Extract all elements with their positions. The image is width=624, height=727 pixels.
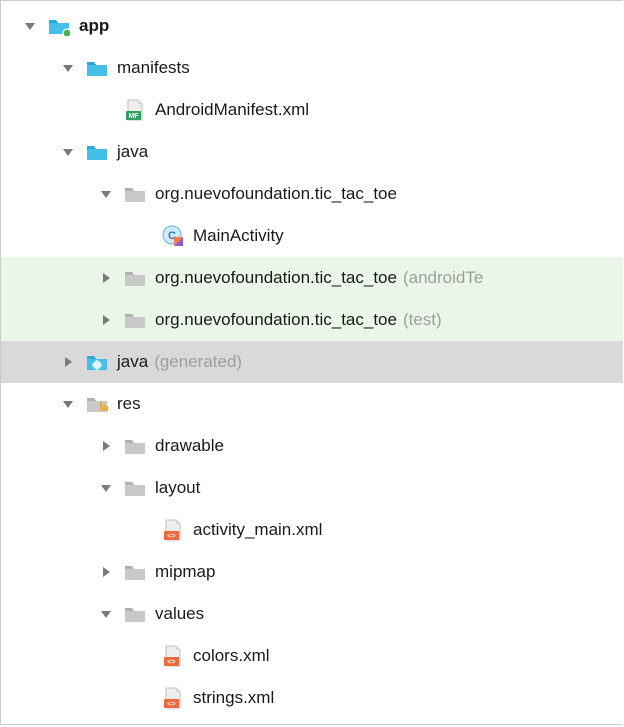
tree-item-suffix: (generated): [154, 352, 242, 372]
svg-text:<>: <>: [167, 659, 175, 666]
tree-row-java[interactable]: java: [1, 131, 623, 173]
tree-item-suffix: (androidTe: [403, 268, 483, 288]
svg-text:<>: <>: [167, 701, 175, 708]
folder-res-icon: [85, 392, 109, 416]
tree-item-label: java: [117, 352, 148, 372]
tree-row-colors-xml[interactable]: <> colors.xml: [1, 635, 623, 677]
chevron-right-icon[interactable]: [95, 435, 117, 457]
tree-row-strings-xml[interactable]: <> strings.xml: [1, 677, 623, 719]
chevron-down-icon[interactable]: [57, 393, 79, 415]
tree-row-drawable[interactable]: drawable: [1, 425, 623, 467]
folder-gen-icon: [85, 350, 109, 374]
tree-row-java-gen[interactable]: java (generated): [1, 341, 623, 383]
tree-item-label: drawable: [155, 436, 224, 456]
tree-item-label: AndroidManifest.xml: [155, 100, 309, 120]
svg-text:MF: MF: [128, 113, 139, 120]
folder-grey-icon: [123, 308, 147, 332]
tree-item-label: res: [117, 394, 141, 414]
folder-grey-icon: [123, 602, 147, 626]
folder-grey-icon: [123, 476, 147, 500]
xml-layout-icon: <>: [161, 518, 185, 542]
tree-row-res[interactable]: res: [1, 383, 623, 425]
module-icon: [47, 14, 71, 38]
tree-item-label: values: [155, 604, 204, 624]
tree-row-app[interactable]: app: [1, 5, 623, 47]
svg-text:<>: <>: [167, 533, 175, 540]
chevron-right-icon[interactable]: [57, 351, 79, 373]
tree-row-mipmap[interactable]: mipmap: [1, 551, 623, 593]
tree-item-label: java: [117, 142, 148, 162]
tree-item-label: org.nuevofoundation.tic_tac_toe: [155, 310, 397, 330]
tree-item-label: org.nuevofoundation.tic_tac_toe: [155, 184, 397, 204]
chevron-right-icon[interactable]: [95, 267, 117, 289]
project-tree[interactable]: app manifests MF AndroidManifest.xml java org…: [0, 0, 623, 725]
tree-item-label: org.nuevofoundation.tic_tac_toe: [155, 268, 397, 288]
tree-row-pkg-atest[interactable]: org.nuevofoundation.tic_tac_toe (androidT…: [1, 257, 623, 299]
tree-item-suffix: (test): [403, 310, 442, 330]
tree-row-values[interactable]: values: [1, 593, 623, 635]
tree-row-layout[interactable]: layout: [1, 467, 623, 509]
folder-grey-icon: [123, 560, 147, 584]
folder-blue-icon: [85, 140, 109, 164]
tree-item-label: manifests: [117, 58, 190, 78]
xml-layout-icon: <>: [161, 686, 185, 710]
chevron-down-icon[interactable]: [19, 15, 41, 37]
class-kt-icon: C: [161, 224, 185, 248]
tree-item-label: activity_main.xml: [193, 520, 322, 540]
folder-blue-icon: [85, 56, 109, 80]
tree-item-label: strings.xml: [193, 688, 274, 708]
tree-row-pkg-main[interactable]: org.nuevofoundation.tic_tac_toe: [1, 173, 623, 215]
tree-row-pkg-test[interactable]: org.nuevofoundation.tic_tac_toe (test): [1, 299, 623, 341]
tree-item-label: app: [79, 16, 109, 36]
chevron-down-icon[interactable]: [95, 183, 117, 205]
tree-item-label: mipmap: [155, 562, 215, 582]
chevron-right-icon[interactable]: [95, 309, 117, 331]
folder-grey-icon: [123, 266, 147, 290]
mf-file-icon: MF: [123, 98, 147, 122]
tree-item-label: MainActivity: [193, 226, 284, 246]
folder-grey-icon: [123, 434, 147, 458]
tree-item-label: colors.xml: [193, 646, 270, 666]
chevron-down-icon[interactable]: [57, 57, 79, 79]
tree-row-manifests[interactable]: manifests: [1, 47, 623, 89]
xml-layout-icon: <>: [161, 644, 185, 668]
chevron-down-icon[interactable]: [95, 477, 117, 499]
chevron-down-icon[interactable]: [57, 141, 79, 163]
folder-grey-icon: [123, 182, 147, 206]
tree-row-manifest-file[interactable]: MF AndroidManifest.xml: [1, 89, 623, 131]
tree-row-activity-main[interactable]: <> activity_main.xml: [1, 509, 623, 551]
tree-row-main-activity[interactable]: C MainActivity: [1, 215, 623, 257]
tree-item-label: layout: [155, 478, 200, 498]
chevron-down-icon[interactable]: [95, 603, 117, 625]
chevron-right-icon[interactable]: [95, 561, 117, 583]
tree-row-styles-xml[interactable]: <>styles.xml: [1, 719, 623, 727]
